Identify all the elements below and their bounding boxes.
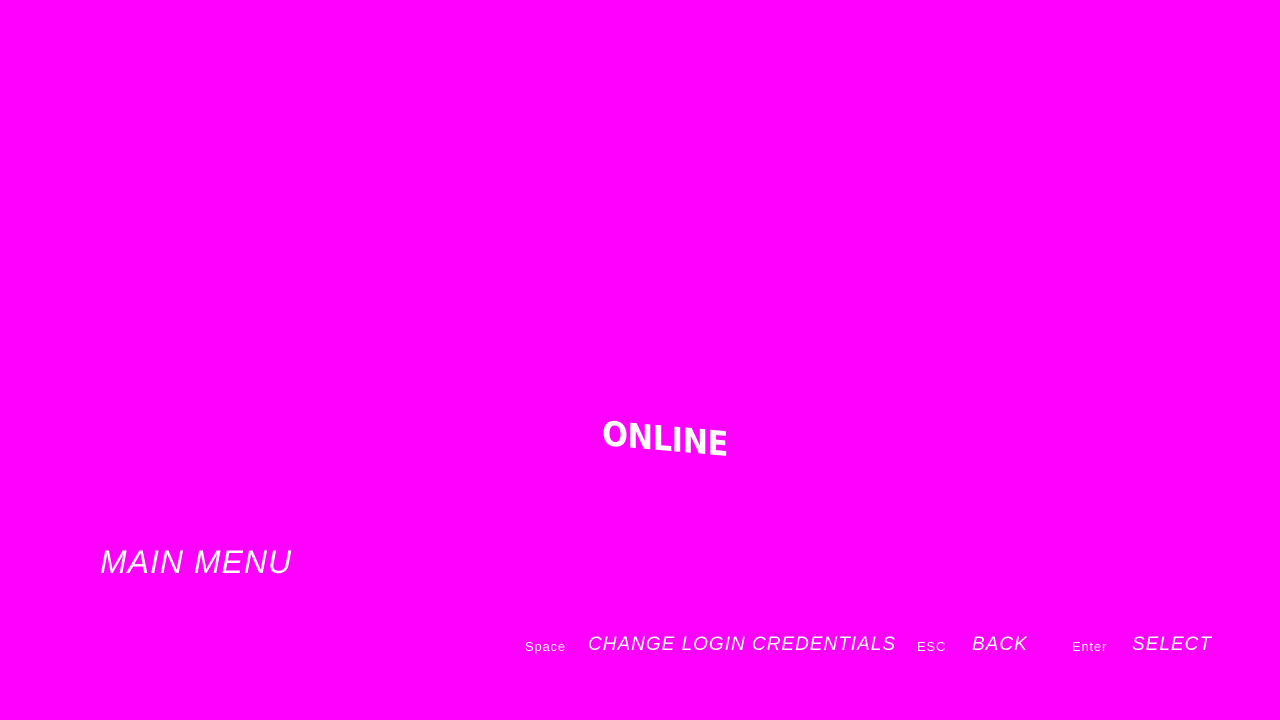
menu-item-online[interactable]: ONLINE xyxy=(602,414,728,465)
change-login-credentials-button[interactable]: CHANGE LOGIN CREDENTIALS xyxy=(588,634,896,656)
enter-key-hint: Enter xyxy=(1072,639,1108,654)
select-button[interactable]: SELECT xyxy=(1132,634,1212,656)
space-key-hint: Space xyxy=(525,639,566,654)
control-hints-bar: Space CHANGE LOGIN CREDENTIALS ESC BACK … xyxy=(0,634,1280,664)
screen-title: MAIN MENU xyxy=(100,544,293,580)
esc-key-hint: ESC xyxy=(917,639,947,654)
back-button[interactable]: BACK xyxy=(972,634,1028,656)
